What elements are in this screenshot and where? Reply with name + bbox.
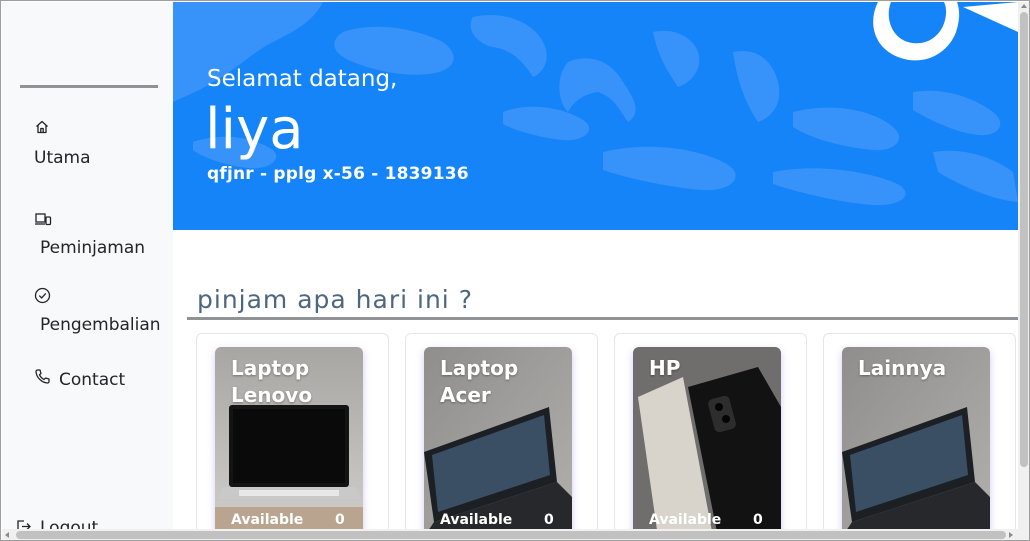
- user-name: liya: [205, 97, 304, 162]
- sidebar-item-peminjaman[interactable]: Peminjaman: [2, 206, 173, 266]
- horizontal-scrollbar[interactable]: [2, 529, 1029, 540]
- section-divider: [187, 317, 1018, 320]
- hp-phone-image: HP Available 0: [633, 347, 781, 537]
- welcome-greeting: Selamat datang,: [207, 66, 398, 92]
- sidebar-item-label: Utama: [34, 148, 91, 168]
- check-circle-icon: [34, 287, 52, 305]
- card-title: HP: [649, 356, 681, 380]
- availability-count: 0: [753, 512, 763, 528]
- scroll-up-arrow-icon[interactable]: [1021, 4, 1027, 8]
- availability-label: Available: [231, 512, 304, 528]
- availability-count: 0: [544, 512, 554, 528]
- scroll-left-arrow-icon[interactable]: [5, 532, 9, 538]
- phone-icon: [34, 368, 52, 386]
- card-title: Laptop Acer: [440, 356, 519, 407]
- sidebar: Utama Peminjaman Pengembalian Contact Lo: [2, 2, 173, 538]
- laptop-acer-image: Laptop Acer Available 0: [424, 347, 572, 537]
- horizontal-scroll-thumb[interactable]: [16, 531, 1006, 539]
- vertical-scroll-thumb[interactable]: [1020, 12, 1028, 467]
- sidebar-item-label: Peminjaman: [40, 238, 146, 258]
- welcome-banner: Selamat datang, liya qfjnr - pplg x-56 -…: [173, 2, 1018, 230]
- scroll-right-arrow-icon[interactable]: [1009, 532, 1013, 538]
- home-icon: [34, 119, 52, 137]
- availability-count: 0: [335, 512, 345, 528]
- item-card-laptop-lenovo[interactable]: Laptop Lenovo Available 0: [196, 333, 389, 537]
- section-title: pinjam apa hari ini ?: [197, 285, 473, 314]
- browser-viewport: Utama Peminjaman Pengembalian Contact Lo: [0, 0, 1030, 541]
- item-card-hp[interactable]: HP Available 0: [614, 333, 807, 537]
- item-card-laptop-acer[interactable]: Laptop Acer Available 0: [405, 333, 598, 537]
- sidebar-item-label: Pengembalian: [40, 315, 161, 335]
- sidebar-item-pengembalian[interactable]: Pengembalian: [2, 285, 173, 345]
- item-card-lainnya[interactable]: Lainnya: [823, 333, 1016, 537]
- sidebar-item-contact[interactable]: Contact: [2, 366, 173, 396]
- devices-icon: [34, 211, 52, 229]
- vertical-scrollbar[interactable]: [1018, 2, 1029, 529]
- sidebar-item-label: Contact: [59, 370, 126, 390]
- sidebar-item-utama[interactable]: Utama: [2, 114, 173, 174]
- card-title: Laptop Lenovo: [231, 356, 313, 407]
- availability-label: Available: [649, 512, 722, 528]
- card-title: Lainnya: [858, 356, 947, 380]
- sidebar-divider: [20, 85, 158, 88]
- lainnya-image: Lainnya: [842, 347, 990, 537]
- availability-label: Available: [440, 512, 513, 528]
- laptop-lenovo-image: Laptop Lenovo Available 0: [215, 347, 363, 537]
- user-info: qfjnr - pplg x-56 - 1839136: [207, 164, 469, 184]
